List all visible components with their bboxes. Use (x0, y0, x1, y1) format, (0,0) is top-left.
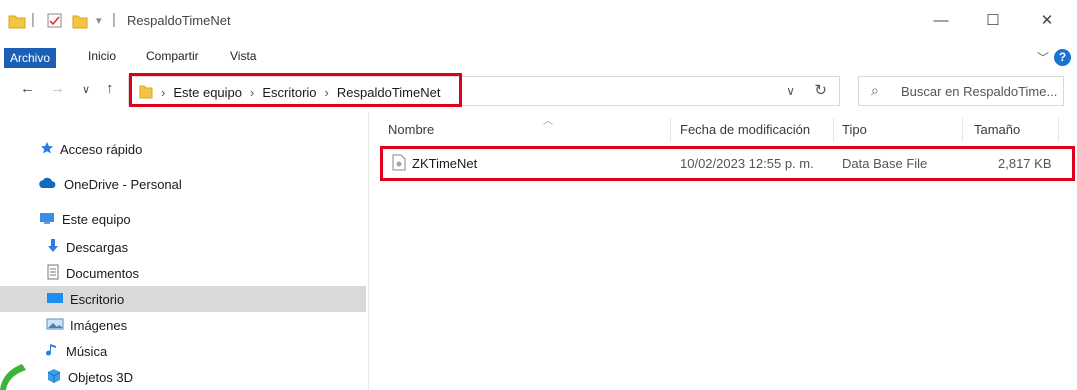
properties-icon[interactable] (47, 13, 63, 32)
tab-inicio[interactable]: Inicio (82, 46, 122, 66)
nav-item-onedrive[interactable]: OneDrive - Personal (0, 171, 366, 197)
nav-item-label: Escritorio (70, 291, 125, 307)
computer-icon (38, 211, 56, 228)
folder-icon (8, 13, 26, 32)
download-icon (46, 238, 60, 257)
close-button[interactable]: ✕ (1024, 0, 1070, 40)
document-icon (46, 264, 60, 283)
new-folder-icon[interactable] (72, 13, 88, 32)
up-arrow-icon[interactable]: ↑ (106, 80, 114, 97)
close-icon: ✕ (1040, 12, 1054, 29)
title-separator: | (112, 11, 116, 28)
sort-ascending-icon: ︿ (543, 116, 553, 127)
nav-item-label: Imágenes (70, 317, 128, 333)
file-explorer-window: | ▾ | RespaldoTimeNet — ☐ ✕ Archivo Inic… (0, 0, 1077, 390)
decorative-arc (0, 364, 26, 390)
forward-arrow-icon[interactable]: → (50, 80, 65, 97)
search-icon: ⌕ (871, 82, 879, 98)
column-divider[interactable] (962, 118, 963, 142)
cube-icon (46, 368, 62, 387)
nav-item-este-equipo[interactable]: Este equipo (0, 206, 366, 232)
column-header-label: Nombre (388, 122, 435, 137)
search-input[interactable]: Buscar en RespaldoTime... (901, 84, 1061, 99)
star-icon (40, 141, 54, 158)
column-header-tipo[interactable]: Tipo (842, 122, 867, 137)
refresh-icon[interactable]: ↻ (814, 81, 827, 99)
nav-item-label: OneDrive - Personal (64, 176, 182, 192)
tab-archivo[interactable]: Archivo (4, 48, 57, 68)
nav-item-label: Documentos (66, 265, 139, 281)
nav-item-documentos[interactable]: Documentos (0, 260, 366, 286)
chevron-down-icon[interactable]: ﹀ (1037, 49, 1049, 66)
back-arrow-icon[interactable]: ← (20, 80, 35, 97)
column-divider[interactable] (833, 118, 834, 142)
customize-qat-icon[interactable]: ▾ (96, 14, 102, 27)
nav-item-acceso-rapido[interactable]: Acceso rápido (0, 136, 366, 162)
minimize-icon: — (933, 11, 949, 29)
music-icon (46, 342, 60, 361)
column-header-nombre[interactable]: ︿ Nombre (388, 112, 668, 146)
maximize-button[interactable]: ☐ (970, 0, 1016, 40)
cloud-icon (38, 177, 58, 192)
nav-item-label: Descargas (66, 239, 129, 255)
tab-vista[interactable]: Vista (224, 46, 262, 66)
column-divider[interactable] (1058, 118, 1059, 142)
nav-item-label: Música (66, 343, 108, 359)
tab-compartir[interactable]: Compartir (140, 46, 205, 66)
nav-item-imagenes[interactable]: Imágenes (0, 312, 366, 338)
title-bar: | ▾ | RespaldoTimeNet — ☐ ✕ (0, 0, 1077, 40)
nav-item-descargas[interactable]: Descargas (0, 234, 366, 260)
column-header-fecha[interactable]: Fecha de modificación (680, 122, 810, 137)
ribbon-tabs: Archivo Inicio Compartir Vista ﹀ ? (0, 40, 1077, 71)
recent-locations-icon[interactable]: ∨ (82, 83, 90, 96)
window-title: RespaldoTimeNet (127, 13, 231, 28)
pictures-icon (46, 317, 64, 334)
nav-item-label: Este equipo (62, 211, 131, 227)
title-separator: | (31, 11, 35, 28)
nav-item-objetos-3d[interactable]: Objetos 3D (0, 364, 366, 390)
address-dropdown-icon[interactable]: ∨ (786, 84, 795, 98)
maximize-icon: ☐ (986, 12, 1000, 29)
column-header-tamano[interactable]: Tamaño (974, 122, 1020, 137)
nav-item-musica[interactable]: Música (0, 338, 366, 364)
column-divider[interactable] (670, 118, 671, 142)
help-button[interactable]: ? (1054, 49, 1071, 66)
minimize-button[interactable]: — (918, 0, 964, 40)
navigation-pane: Acceso rápido OneDrive - Personal Este e… (0, 112, 369, 390)
address-highlight-box (129, 73, 462, 107)
nav-item-escritorio[interactable]: Escritorio (0, 286, 366, 312)
nav-item-label: Acceso rápido (60, 141, 143, 157)
nav-item-label: Objetos 3D (68, 369, 134, 385)
row-highlight-box (380, 146, 1075, 181)
desktop-icon (46, 291, 64, 308)
search-box[interactable]: ⌕ Buscar en RespaldoTime... (858, 76, 1064, 106)
